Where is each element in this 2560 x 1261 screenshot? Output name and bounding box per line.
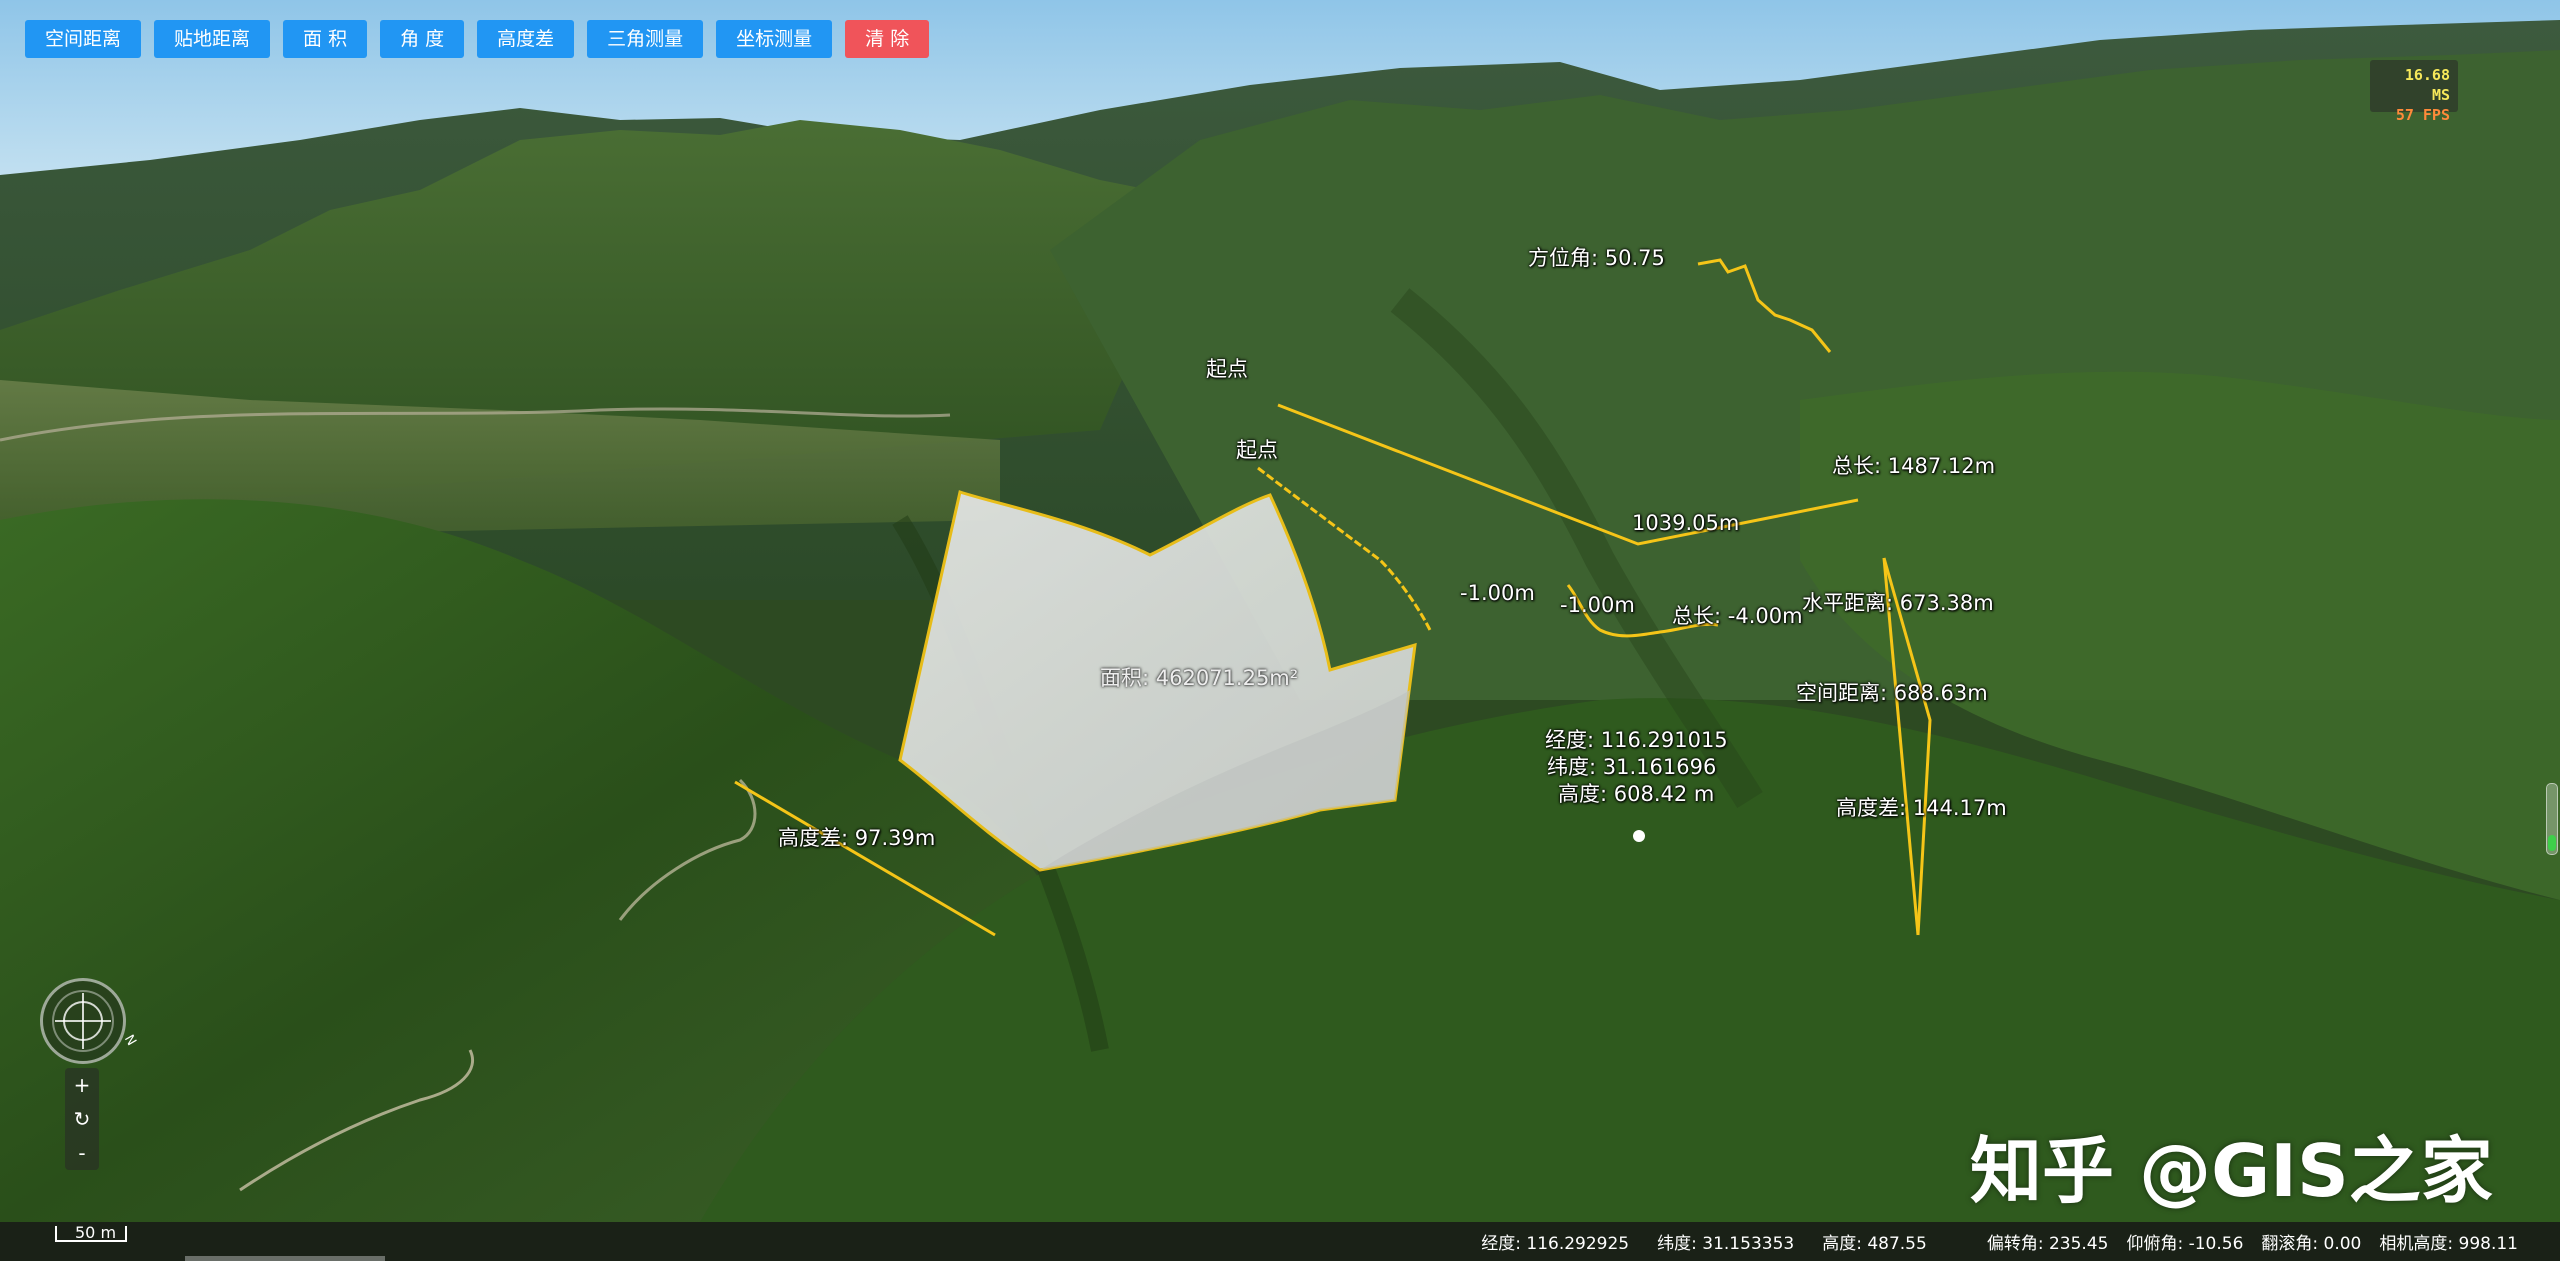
space-distance-button[interactable]: 空间距离 <box>25 20 142 58</box>
altitude-label: 高度: 608.42 m <box>1558 782 1715 806</box>
fps-value: 57 FPS <box>2395 106 2450 124</box>
height-diff-left-label: 高度差: 97.39m <box>778 826 936 850</box>
angle-button[interactable]: 角 度 <box>380 20 465 58</box>
area-button[interactable]: 面 积 <box>283 20 368 58</box>
pitch-slider[interactable] <box>2546 783 2558 855</box>
triangle-measure-button[interactable]: 三角测量 <box>587 20 704 58</box>
latitude-label: 纬度: 31.161696 <box>1547 755 1717 779</box>
camera-info: 经度: 116.292925 纬度: 31.153353 高度: 487.55 … <box>1481 1222 2518 1261</box>
coordinate-measure-button[interactable]: 坐标测量 <box>716 20 833 58</box>
performance-display: 16.68 MS 57 FPS <box>2370 60 2458 124</box>
clear-button[interactable]: 清 除 <box>845 20 930 58</box>
area-label: 面积: 462071.25m² <box>1100 666 1299 690</box>
frame-time: 16.68 MS <box>2404 66 2450 104</box>
longitude-label: 经度: 116.291015 <box>1545 728 1728 752</box>
watermark: 知乎 @GIS之家 <box>1970 1129 2493 1213</box>
zoom-controls: + ↻ - <box>65 1068 99 1170</box>
status-camera-height: 相机高度: 998.11 <box>2379 1234 2518 1254</box>
status-height: 高度: 487.55 <box>1822 1234 1927 1254</box>
ground-distance-button[interactable]: 贴地距离 <box>154 20 271 58</box>
space-distance-label: 空间距离: 688.63m <box>1796 681 1988 705</box>
height-diff-button[interactable]: 高度差 <box>477 20 575 58</box>
reset-view-button[interactable]: ↻ <box>65 1102 99 1136</box>
measure-toolbar: 空间距离 贴地距离 面 积 角 度 高度差 三角测量 坐标测量 清 除 <box>25 20 930 58</box>
loading-progress <box>185 1256 385 1261</box>
ground-height-label-2: -1.00m <box>1560 593 1635 617</box>
terrain-3d-view[interactable] <box>0 0 2560 1261</box>
segment-length-label: 1039.05m <box>1632 511 1740 535</box>
slider-knob[interactable] <box>2548 835 2556 851</box>
horizontal-distance-label: 水平距离: 673.38m <box>1802 591 1994 615</box>
ground-total-label: 总长: -4.00m <box>1672 604 1803 628</box>
ground-height-label-1: -1.00m <box>1460 581 1535 605</box>
scale-label: 50 m <box>75 1223 117 1242</box>
start-point-label: 起点 <box>1206 357 1248 381</box>
compass-crosshair-h <box>55 1020 111 1022</box>
coordinate-point <box>1633 830 1645 842</box>
zoom-out-button[interactable]: - <box>65 1136 99 1170</box>
start-point-label-2: 起点 <box>1236 438 1278 462</box>
status-roll: 翻滚角: 0.00 <box>2261 1234 2362 1254</box>
status-pitch: 仰俯角: -10.56 <box>2126 1234 2244 1254</box>
scale-bar: 50 m <box>55 1223 127 1242</box>
navigation-compass[interactable]: N <box>40 978 139 1064</box>
status-latitude: 纬度: 31.153353 <box>1657 1234 1795 1254</box>
azimuth-label: 方位角: 50.75 <box>1528 246 1665 270</box>
height-diff-right-label: 高度差: 144.17m <box>1836 796 2007 820</box>
total-length-label: 总长: 1487.12m <box>1832 454 1996 478</box>
status-longitude: 经度: 116.292925 <box>1481 1234 1630 1254</box>
status-heading: 偏转角: 235.45 <box>1986 1234 2109 1254</box>
zoom-in-button[interactable]: + <box>65 1068 99 1102</box>
